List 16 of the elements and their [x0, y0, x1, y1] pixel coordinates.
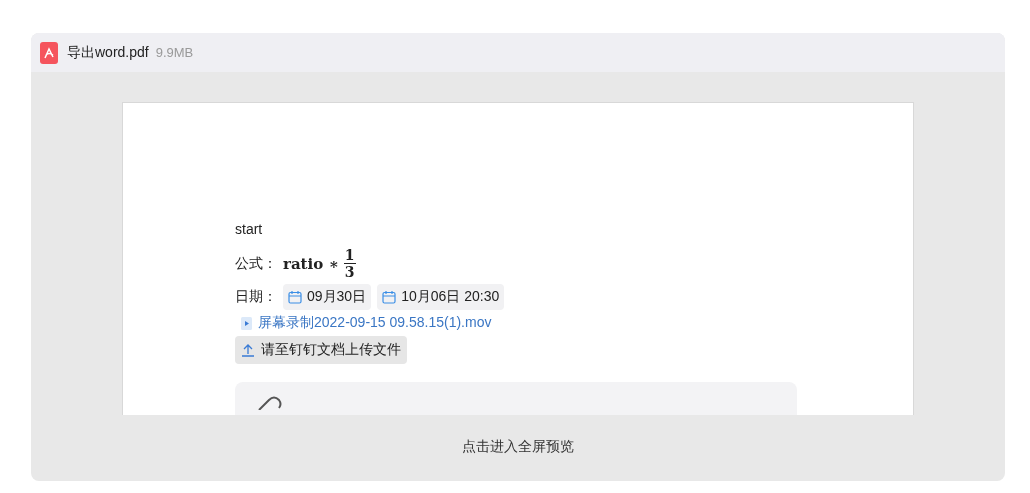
- video-file-icon: [241, 316, 252, 330]
- calendar-icon: [288, 290, 302, 304]
- calendar-icon: [382, 290, 397, 304]
- fullscreen-preview-link[interactable]: 点击进入全屏预览: [462, 438, 574, 456]
- upload-icon: [241, 343, 255, 357]
- upload-button[interactable]: 请至钉钉文档上传文件: [235, 336, 407, 364]
- file-size: 9.9MB: [155, 45, 194, 60]
- file-name: 导出word.pdf: [67, 43, 149, 62]
- date-label: 日期：: [235, 288, 277, 306]
- formula-label: 公式：: [235, 254, 277, 273]
- paperclip-icon: [257, 396, 283, 410]
- text-line: start: [235, 221, 264, 239]
- video-link[interactable]: 屏幕录制2022-09-15 09.58.15(1).mov: [258, 314, 492, 332]
- date-chip[interactable]: 09月30日: [283, 284, 372, 310]
- date-chip[interactable]: 10月06日 20:30: [377, 284, 505, 310]
- pdf-icon: [40, 41, 58, 64]
